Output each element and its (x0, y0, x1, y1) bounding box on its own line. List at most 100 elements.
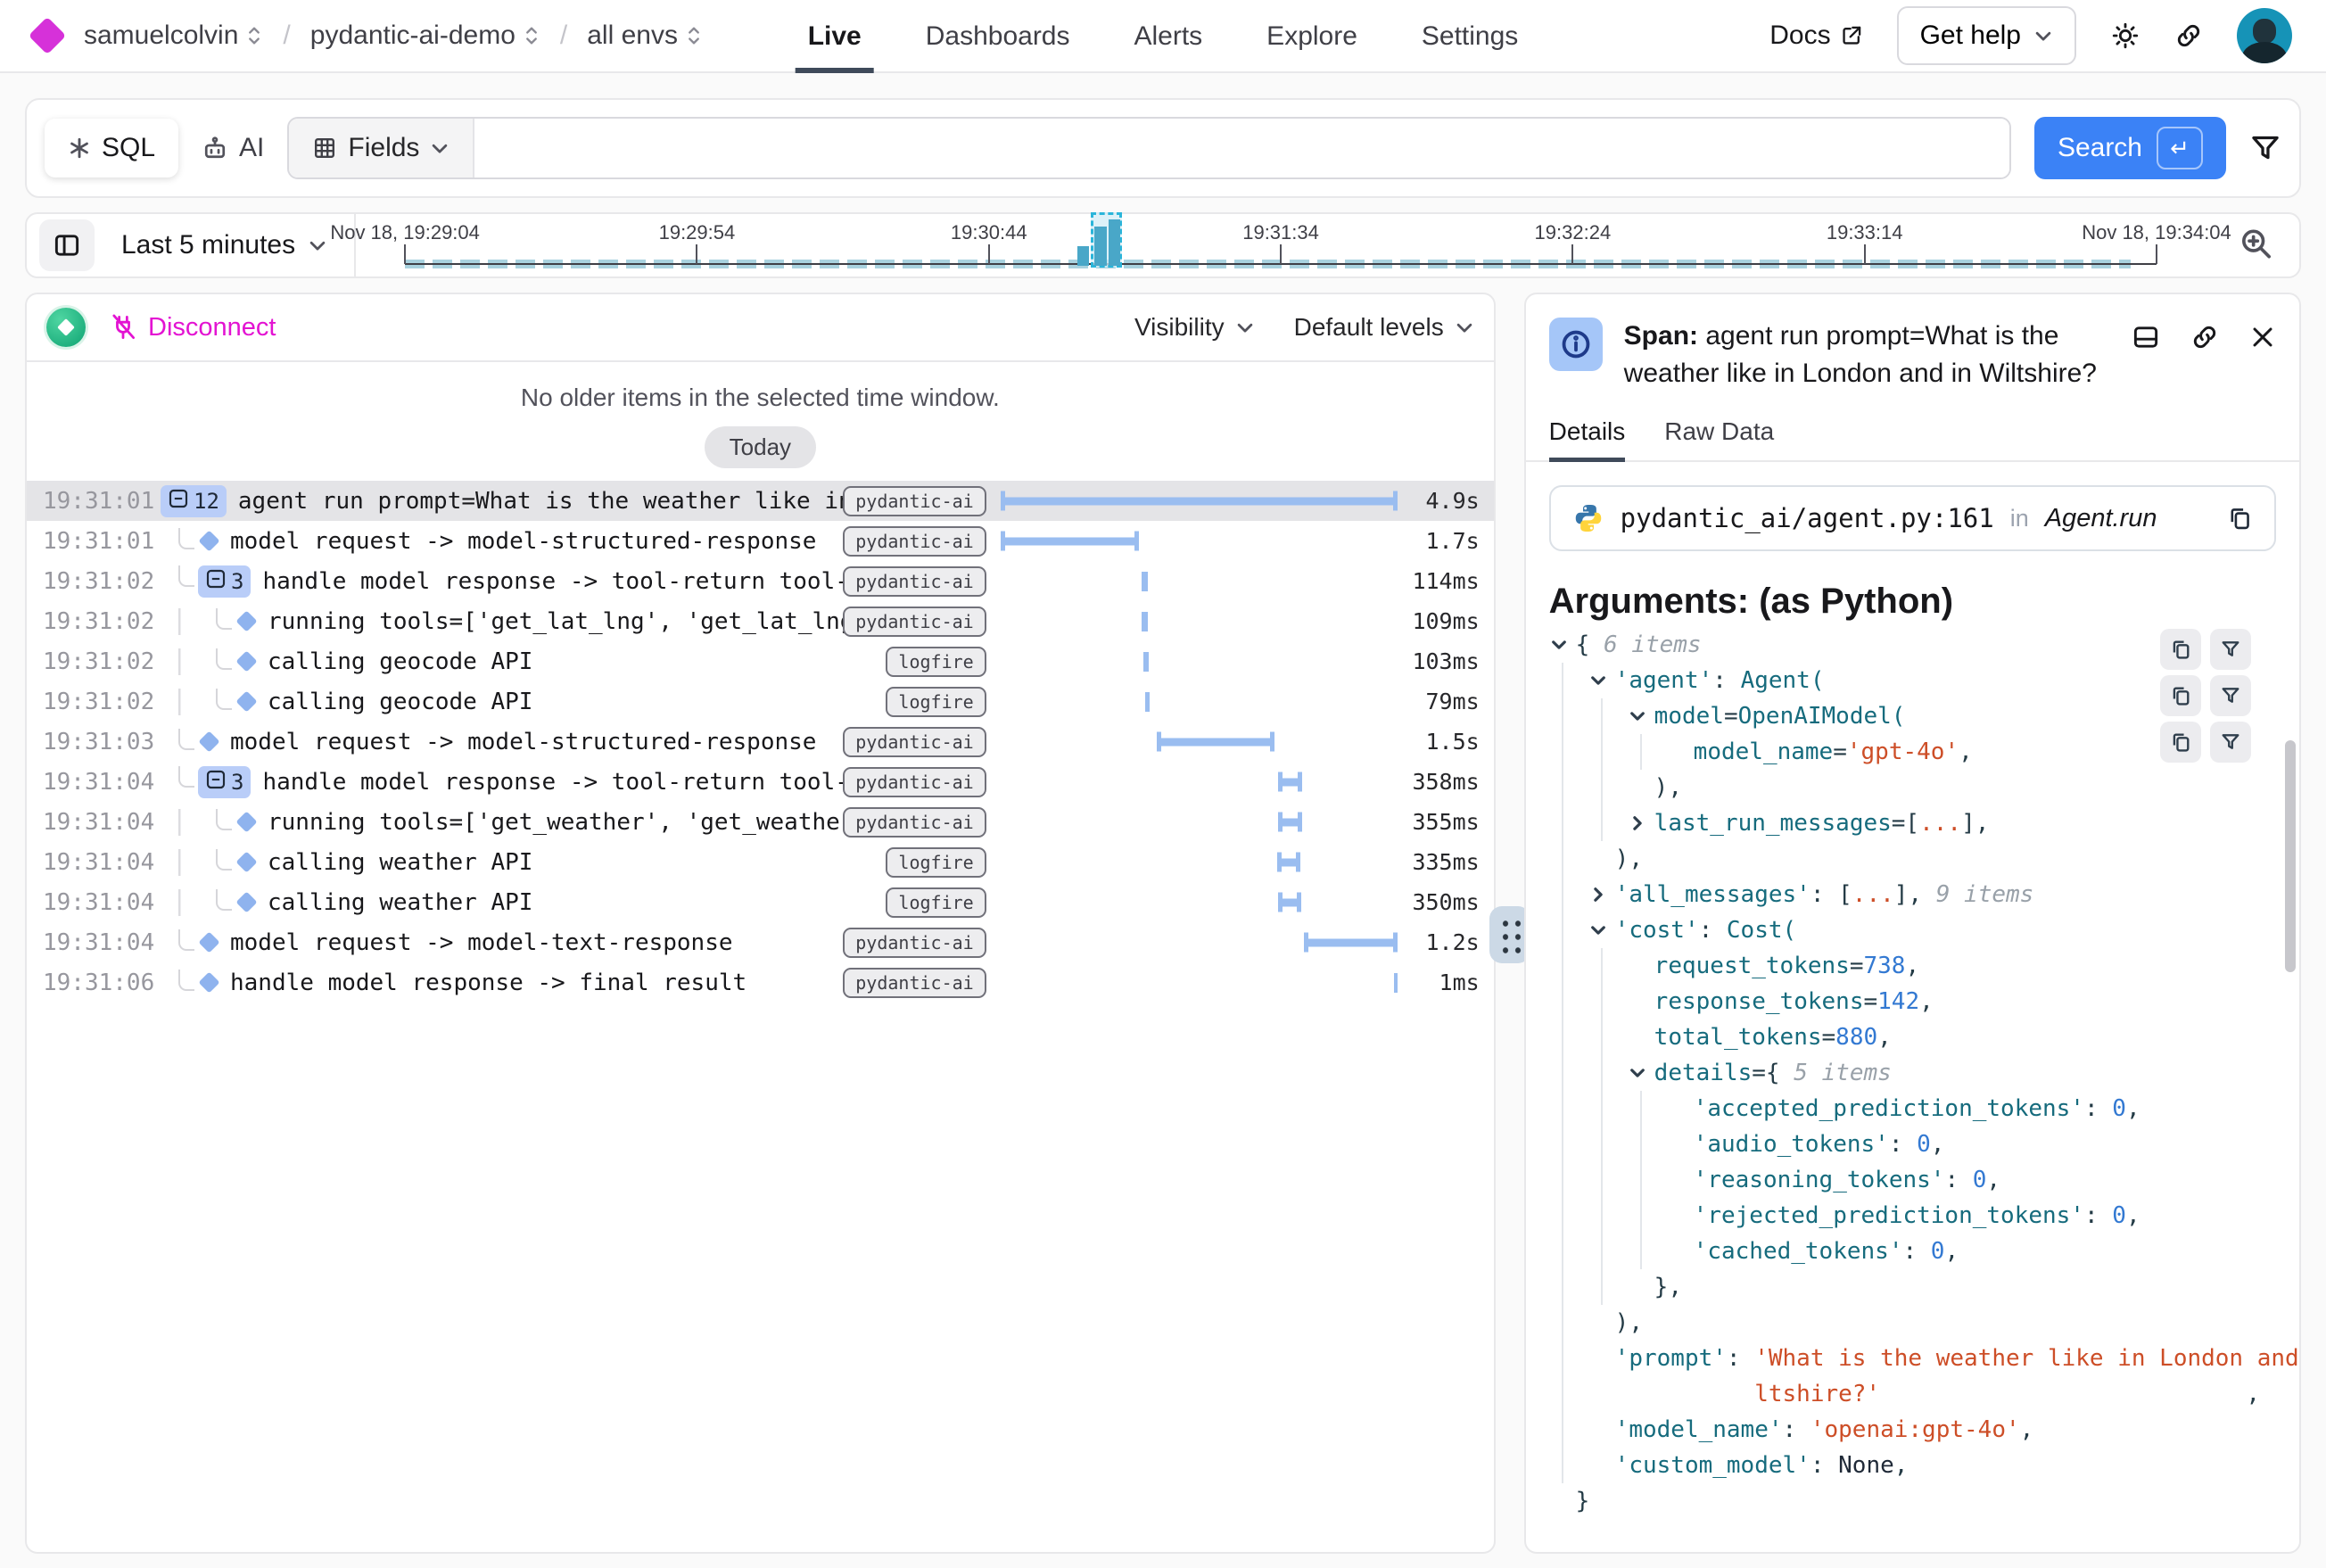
copy-span-link-button[interactable] (2190, 323, 2219, 351)
trace-row[interactable]: 19:31:02calling geocode APIlogfire79ms (27, 681, 1494, 722)
user-avatar[interactable] (2237, 8, 2292, 63)
code-line: } (1549, 1483, 2281, 1519)
trace-row-tag-cell: pydantic-ai (887, 727, 986, 757)
get-help-button[interactable]: Get help (1897, 6, 2076, 65)
filter-value-button[interactable] (2210, 722, 2251, 763)
main-nav: Live Dashboards Alerts Explore Settings (808, 0, 1519, 73)
search-button[interactable]: Search ↵ (2034, 117, 2226, 179)
indent-guide (1549, 1198, 1588, 1234)
visibility-dropdown[interactable]: Visibility (1134, 313, 1255, 342)
indent-guide (1549, 1162, 1588, 1198)
code-line: details={ 5 items (1549, 1055, 2281, 1091)
trace-row-time: 19:31:04 (43, 769, 161, 796)
close-panel-button[interactable] (2249, 323, 2276, 351)
share-link-button[interactable] (2174, 21, 2203, 50)
trace-row[interactable]: 19:31:02calling geocode APIlogfire103ms (27, 641, 1494, 681)
theme-toggle-button[interactable] (2110, 21, 2140, 51)
nav-tab-settings[interactable]: Settings (1422, 0, 1518, 73)
code-token: 'model_name' (1615, 1416, 1783, 1443)
today-chip: Today (705, 426, 816, 468)
trace-row[interactable]: 19:31:04calling weather APIlogfire335ms (27, 842, 1494, 882)
code-token: : [ (1810, 881, 1852, 908)
code-token: =[ (1892, 810, 1919, 837)
collapse-caret-icon[interactable] (1628, 706, 1654, 726)
source-file[interactable]: pydantic_ai/agent.py:161 (1621, 503, 1994, 533)
code-action-buttons (2160, 629, 2251, 763)
search-input[interactable] (474, 119, 2009, 177)
nav-tab-dashboards[interactable]: Dashboards (926, 0, 1070, 73)
zoom-in-button[interactable] (2239, 227, 2274, 265)
code-token: } (1576, 1488, 1590, 1514)
nav-tab-live[interactable]: Live (808, 0, 862, 73)
trace-row[interactable]: 19:31:04calling weather APIlogfire350ms (27, 882, 1494, 922)
timeline-tick-label: 19:31:34 (1242, 221, 1319, 244)
duration-bar (1143, 652, 1149, 672)
code-token: : (1889, 1131, 1917, 1158)
copy-value-button[interactable] (2160, 722, 2201, 763)
nav-tab-alerts[interactable]: Alerts (1134, 0, 1202, 73)
collapse-caret-icon[interactable] (1549, 635, 1576, 655)
sidebar-toggle-button[interactable] (39, 219, 95, 271)
collapse-caret-icon[interactable] (1588, 671, 1615, 690)
trace-row-waterfall (1001, 962, 1398, 1003)
duration-bar (1304, 938, 1398, 946)
collapse-badge[interactable]: 3 (198, 766, 251, 798)
histogram-bar (1109, 219, 1121, 266)
trace-row[interactable]: 19:31:043handle model response -> tool-r… (27, 762, 1494, 802)
breadcrumb-env[interactable]: all envs (587, 21, 703, 51)
collapse-caret-icon[interactable] (1628, 813, 1654, 833)
disconnect-button[interactable]: Disconnect (109, 313, 276, 342)
trace-row[interactable]: 19:31:02running tools=['get_lat_lng', 'g… (27, 601, 1494, 641)
trace-row-name: handle model response -> tool-return too… (262, 568, 886, 595)
square-minus-icon (205, 769, 227, 796)
chevron-down-icon (308, 235, 327, 255)
trace-row[interactable]: 19:31:06handle model response -> final r… (27, 962, 1494, 1003)
scrollbar-thumb[interactable] (2285, 740, 2296, 972)
collapse-badge[interactable]: 12 (161, 485, 227, 517)
collapse-caret-icon[interactable] (1628, 1063, 1654, 1083)
sql-mode-button[interactable]: SQL (45, 119, 178, 177)
trace-row[interactable]: 19:31:0112agent run prompt=What is the w… (27, 481, 1494, 521)
filter-value-button[interactable] (2210, 675, 2251, 716)
code-token: 0 (1917, 1131, 1931, 1158)
time-range-dropdown[interactable]: Last 5 minutes (95, 230, 354, 260)
trace-row-duration: 79ms (1398, 689, 1480, 714)
detail-tab-details[interactable]: Details (1549, 417, 1626, 460)
breadcrumb-project[interactable]: pydantic-ai-demo (310, 21, 540, 51)
code-line: 'prompt': 'What is the weather like in L… (1549, 1341, 2281, 1376)
code-token: 6 items (1604, 631, 1702, 658)
trace-row[interactable]: 19:31:04model request -> model-text-resp… (27, 922, 1494, 962)
copy-value-button[interactable] (2160, 629, 2201, 670)
trace-row-time: 19:31:02 (43, 648, 161, 675)
trace-row-duration: 1.2s (1398, 929, 1480, 955)
trace-row-duration: 1.5s (1398, 729, 1480, 755)
docs-link[interactable]: Docs (1769, 21, 1862, 51)
code-line: 'model_name': 'openai:gpt-4o', (1549, 1412, 2281, 1448)
nav-tab-explore[interactable]: Explore (1266, 0, 1357, 73)
dock-bottom-button[interactable] (2132, 323, 2160, 351)
ai-mode-button[interactable]: AI (202, 133, 264, 163)
trace-row[interactable]: 19:31:023handle model response -> tool-r… (27, 561, 1494, 601)
code-token: , (1905, 953, 1919, 979)
default-levels-dropdown[interactable]: Default levels (1294, 313, 1474, 342)
trace-row-duration: 109ms (1398, 608, 1480, 634)
copy-value-button[interactable] (2160, 675, 2201, 716)
trace-row[interactable]: 19:31:01model request -> model-structure… (27, 521, 1494, 561)
detail-tab-raw-data[interactable]: Raw Data (1664, 417, 1774, 460)
collapse-badge[interactable]: 3 (198, 565, 251, 598)
breadcrumb-org[interactable]: samuelcolvin (84, 21, 263, 51)
logfire-logo-icon[interactable] (29, 17, 66, 54)
collapse-caret-icon[interactable] (1588, 920, 1615, 940)
copy-source-button[interactable] (2226, 505, 2253, 532)
filter-button[interactable] (2249, 132, 2281, 164)
collapse-caret-icon[interactable] (1588, 885, 1615, 904)
trace-row-waterfall (1001, 842, 1398, 882)
scope-tag: pydantic-ai (843, 928, 986, 958)
trace-row[interactable]: 19:31:03model request -> model-structure… (27, 722, 1494, 762)
grip-dots-icon (1497, 915, 1522, 954)
trace-row[interactable]: 19:31:04running tools=['get_weather', 'g… (27, 802, 1494, 842)
tree-connector (161, 889, 198, 916)
trace-row-tag-cell: logfire (887, 847, 986, 878)
fields-dropdown[interactable]: Fields (289, 119, 474, 177)
filter-value-button[interactable] (2210, 629, 2251, 670)
